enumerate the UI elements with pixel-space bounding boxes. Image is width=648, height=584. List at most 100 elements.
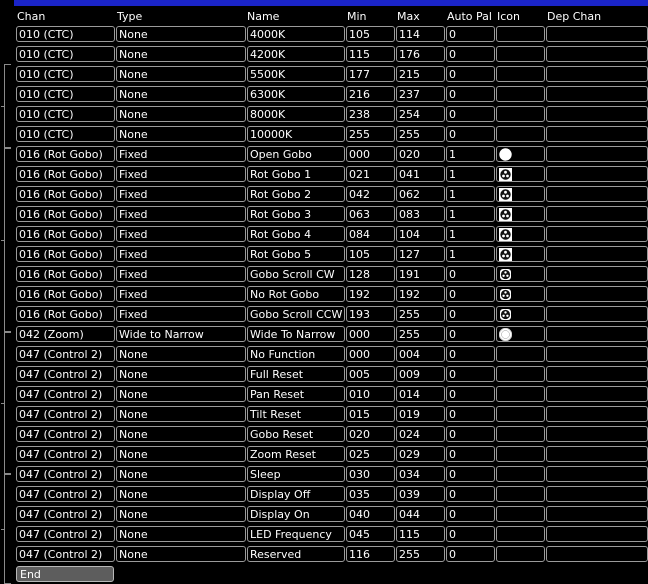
cell-max[interactable]: 034 [396,466,445,482]
cell-max[interactable]: 004 [396,346,445,362]
cell-type[interactable]: Fixed [116,286,246,302]
cell-min[interactable]: 105 [346,26,395,42]
cell-name[interactable]: 5500K [247,66,345,82]
cell-icon[interactable] [496,466,545,482]
cell-dep-chan[interactable] [546,106,648,122]
cell-type[interactable]: None [116,346,246,362]
table-row[interactable]: 010 (CTC) None 6300K 216 237 0 [16,85,648,105]
cell-type[interactable]: None [116,506,246,522]
cell-auto-pal[interactable]: 1 [446,246,495,262]
table-row[interactable]: 047 (Control 2) None No Function 000 004… [16,345,648,365]
cell-dep-chan[interactable] [546,486,648,502]
cell-auto-pal[interactable]: 1 [446,146,495,162]
cell-name[interactable]: Gobo Scroll CW [247,266,345,282]
cell-max[interactable]: 255 [396,546,445,562]
cell-min[interactable]: 063 [346,206,395,222]
cell-auto-pal[interactable]: 1 [446,166,495,182]
cell-type[interactable]: None [116,106,246,122]
cell-auto-pal[interactable]: 0 [446,266,495,282]
cell-auto-pal[interactable]: 0 [446,486,495,502]
cell-icon[interactable] [496,306,545,322]
cell-chan[interactable]: 047 (Control 2) [16,426,115,442]
cell-min[interactable]: 020 [346,426,395,442]
cell-dep-chan[interactable] [546,126,648,142]
cell-auto-pal[interactable]: 0 [446,466,495,482]
cell-max[interactable]: 114 [396,26,445,42]
cell-chan[interactable]: 047 (Control 2) [16,346,115,362]
cell-max[interactable]: 176 [396,46,445,62]
header-icon[interactable]: Icon [497,10,520,23]
cell-max[interactable]: 255 [396,306,445,322]
cell-name[interactable]: Gobo Reset [247,426,345,442]
cell-max[interactable]: 020 [396,146,445,162]
table-row[interactable]: 047 (Control 2) None Display Off 035 039… [16,485,648,505]
cell-name[interactable]: No Function [247,346,345,362]
cell-min[interactable]: 216 [346,86,395,102]
header-type[interactable]: Type [117,10,142,23]
cell-dep-chan[interactable] [546,306,648,322]
cell-dep-chan[interactable] [546,546,648,562]
cell-chan[interactable]: 010 (CTC) [16,66,115,82]
cell-type[interactable]: None [116,66,246,82]
header-max[interactable]: Max [397,10,420,23]
cell-chan[interactable]: 047 (Control 2) [16,526,115,542]
cell-chan[interactable]: 016 (Rot Gobo) [16,206,115,222]
cell-chan[interactable]: 016 (Rot Gobo) [16,166,115,182]
cell-type[interactable]: Fixed [116,166,246,182]
cell-min[interactable]: 000 [346,346,395,362]
cell-type[interactable]: None [116,26,246,42]
table-row[interactable]: 047 (Control 2) None Sleep 030 034 0 [16,465,648,485]
cell-chan[interactable]: 047 (Control 2) [16,446,115,462]
cell-icon[interactable] [496,206,545,222]
cell-dep-chan[interactable] [546,426,648,442]
table-row[interactable]: 010 (CTC) None 10000K 255 255 0 [16,125,648,145]
cell-icon[interactable] [496,366,545,382]
cell-name[interactable]: 4000K [247,26,345,42]
cell-dep-chan[interactable] [546,186,648,202]
cell-max[interactable]: 019 [396,406,445,422]
header-auto-pal[interactable]: Auto Pal [447,10,492,23]
cell-chan[interactable]: 016 (Rot Gobo) [16,226,115,242]
cell-min[interactable]: 030 [346,466,395,482]
cell-dep-chan[interactable] [546,146,648,162]
cell-auto-pal[interactable]: 0 [446,346,495,362]
cell-dep-chan[interactable] [546,86,648,102]
cell-name[interactable]: Reserved [247,546,345,562]
cell-name[interactable]: Rot Gobo 4 [247,226,345,242]
cell-icon[interactable] [496,66,545,82]
cell-type[interactable]: Fixed [116,146,246,162]
cell-icon[interactable] [496,326,545,342]
cell-chan[interactable]: 010 (CTC) [16,126,115,142]
header-dep-chan[interactable]: Dep Chan [547,10,601,23]
cell-max[interactable]: 115 [396,526,445,542]
cell-icon[interactable] [496,166,545,182]
cell-max[interactable]: 062 [396,186,445,202]
cell-dep-chan[interactable] [546,166,648,182]
cell-chan[interactable]: 047 (Control 2) [16,366,115,382]
cell-type[interactable]: None [116,466,246,482]
cell-auto-pal[interactable]: 1 [446,206,495,222]
cell-type[interactable]: None [116,386,246,402]
cell-icon[interactable] [496,406,545,422]
cell-max[interactable]: 039 [396,486,445,502]
cell-name[interactable]: LED Frequency [247,526,345,542]
cell-icon[interactable] [496,266,545,282]
cell-dep-chan[interactable] [546,246,648,262]
cell-type[interactable]: None [116,486,246,502]
table-row[interactable]: 016 (Rot Gobo) Fixed Rot Gobo 4 084 104 … [16,225,648,245]
cell-auto-pal[interactable]: 0 [446,286,495,302]
cell-auto-pal[interactable]: 0 [446,106,495,122]
cell-dep-chan[interactable] [546,266,648,282]
header-chan[interactable]: Chan [17,10,45,23]
cell-max[interactable]: 104 [396,226,445,242]
cell-dep-chan[interactable] [546,226,648,242]
cell-icon[interactable] [496,426,545,442]
cell-min[interactable]: 192 [346,286,395,302]
cell-type[interactable]: None [116,86,246,102]
cell-name[interactable]: Full Reset [247,366,345,382]
cell-auto-pal[interactable]: 0 [446,526,495,542]
cell-min[interactable]: 045 [346,526,395,542]
cell-type[interactable]: None [116,406,246,422]
cell-icon[interactable] [496,506,545,522]
cell-chan[interactable]: 016 (Rot Gobo) [16,306,115,322]
